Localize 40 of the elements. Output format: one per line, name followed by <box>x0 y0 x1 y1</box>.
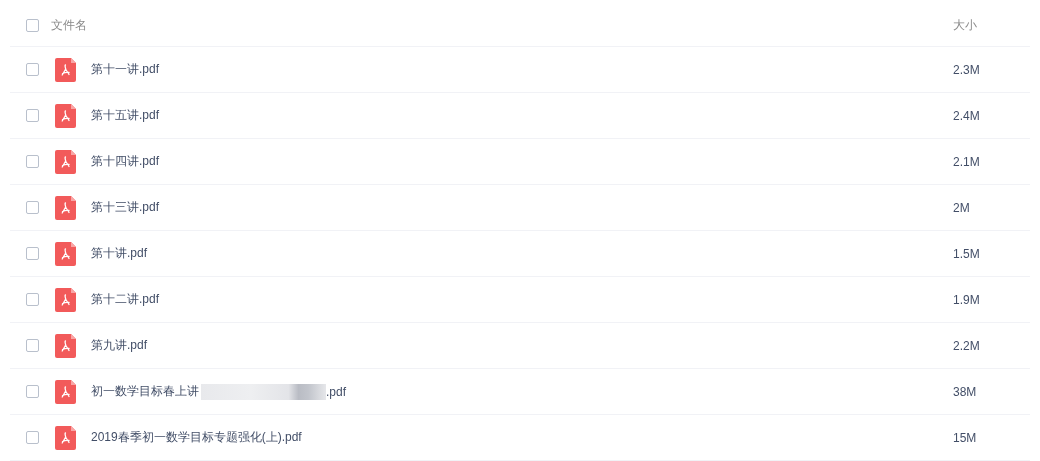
file-size: 2.2M <box>953 338 981 353</box>
pdf-file-icon <box>55 287 76 312</box>
pdf-file-icon <box>55 57 76 82</box>
row-checkbox[interactable] <box>26 201 39 214</box>
row-checkbox[interactable] <box>26 247 39 260</box>
file-extension: .pdf <box>326 384 346 399</box>
row-checkbox[interactable] <box>26 63 39 76</box>
file-size: 15M <box>953 430 978 445</box>
file-size: 38M <box>953 384 978 399</box>
row-checkbox[interactable] <box>26 293 39 306</box>
file-size: 2.4M <box>953 108 981 123</box>
row-checkbox[interactable] <box>26 339 39 352</box>
row-checkbox[interactable] <box>26 385 39 398</box>
file-size: 2M <box>953 200 971 215</box>
file-size: 2.3M <box>953 62 981 77</box>
row-checkbox[interactable] <box>26 155 39 168</box>
file-name[interactable]: 第十讲.pdf <box>91 245 147 262</box>
file-name[interactable]: 第十四讲.pdf <box>91 153 159 170</box>
row-checkbox[interactable] <box>26 109 39 122</box>
pdf-file-icon <box>55 425 76 450</box>
file-size: 1.9M <box>953 292 981 307</box>
size-column-header[interactable]: 大小 <box>953 17 1030 34</box>
pdf-file-icon <box>55 195 76 220</box>
file-name[interactable]: 第十一讲.pdf <box>91 61 159 78</box>
pdf-file-icon <box>55 149 76 174</box>
file-name[interactable]: 第九讲.pdf <box>91 337 147 354</box>
select-all-checkbox[interactable] <box>26 19 39 32</box>
file-name[interactable]: 第十三讲.pdf <box>91 199 159 216</box>
pdf-file-icon <box>55 379 76 404</box>
pdf-file-icon <box>55 333 76 358</box>
file-size: 1.5M <box>953 246 981 261</box>
file-name[interactable]: 2019春季初一数学目标专题强化(上).pdf <box>91 429 302 446</box>
file-name[interactable]: 第十五讲.pdf <box>91 107 159 124</box>
file-name[interactable]: 初一数学目标春上讲 <box>91 383 199 400</box>
file-size: 2.1M <box>953 154 981 169</box>
pdf-file-icon <box>55 241 76 266</box>
row-checkbox[interactable] <box>26 431 39 444</box>
name-column-header[interactable]: 文件名 <box>51 17 87 34</box>
file-name[interactable]: 第十二讲.pdf <box>91 291 159 308</box>
pdf-file-icon <box>55 103 76 128</box>
